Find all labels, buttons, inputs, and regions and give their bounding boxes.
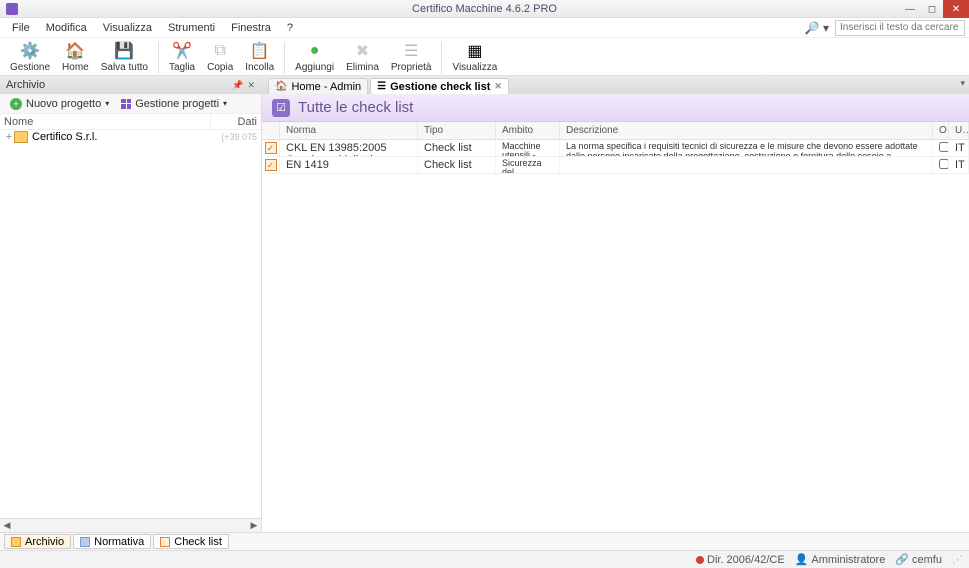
document-tabs: 🏠Home - Admin ☰Gestione check list✕ ▾ <box>262 76 969 94</box>
folder-icon <box>11 537 21 547</box>
tab-close-icon[interactable]: ✕ <box>494 81 502 92</box>
col-tipo[interactable]: Tipo <box>418 122 496 139</box>
search-icon[interactable]: 🔎 ▾ <box>799 21 835 35</box>
doc-icon <box>80 537 90 547</box>
view-icon: ▦ <box>465 41 485 61</box>
main-toolbar: ⚙️Gestione 🏠Home 💾Salva tutto ✂️Taglia ⧉… <box>0 38 969 76</box>
checklist-icon: ☑ <box>272 99 290 117</box>
tab-home[interactable]: 🏠Home - Admin <box>268 78 368 94</box>
save-icon: 💾 <box>114 41 134 61</box>
user-icon: 👤 <box>795 553 809 566</box>
toolbar-gestione[interactable]: ⚙️Gestione <box>4 40 56 74</box>
minimize-button[interactable]: — <box>899 0 921 18</box>
col-norma[interactable]: Norma <box>280 122 418 139</box>
col-o[interactable]: O… <box>933 122 949 139</box>
status-resize-grip[interactable]: ⋰ <box>952 553 963 566</box>
col-descrizione[interactable]: Descrizione <box>560 122 933 139</box>
app-icon <box>6 3 18 15</box>
maximize-button[interactable]: ◻ <box>921 0 943 18</box>
status-directive[interactable]: Dir. 2006/42/CE <box>696 554 785 566</box>
search-input[interactable] <box>835 20 965 36</box>
project-tree[interactable]: + Certifico S.r.l. (+39 075 <box>0 130 261 518</box>
page-header: ☑ Tutte le check list <box>262 94 969 122</box>
toolbar-taglia[interactable]: ✂️Taglia <box>163 40 201 74</box>
table-row[interactable]: ✓ EN 1419 Check list Sicurezza del macch… <box>262 157 969 174</box>
toolbar-copia[interactable]: ⧉Copia <box>201 40 239 74</box>
tabs-dropdown-icon[interactable]: ▾ <box>960 78 965 89</box>
status-bar: Dir. 2006/42/CE 👤Amministratore 🔗cemfu ⋰ <box>0 550 969 568</box>
close-icon[interactable]: ✕ <box>247 80 255 91</box>
folder-icon <box>14 131 28 143</box>
toolbar-elimina[interactable]: ✖Elimina <box>340 40 385 74</box>
toolbar-visualizza[interactable]: ▦Visualizza <box>446 40 503 74</box>
add-icon: ● <box>305 41 325 61</box>
row-o-checkbox[interactable] <box>939 159 949 169</box>
properties-icon: ☰ <box>401 41 421 61</box>
toolbar-home[interactable]: 🏠Home <box>56 40 95 74</box>
list-icon: ☰ <box>377 81 386 92</box>
gear-icon: ⚙️ <box>20 41 40 61</box>
table-row[interactable]: ✓ CKL EN 13985:2005 Cesoie a ghigliottin… <box>262 140 969 157</box>
row-o-checkbox[interactable] <box>939 142 949 152</box>
flag-icon <box>696 556 704 564</box>
checklist-row-icon: ✓ <box>265 142 277 154</box>
home-icon: 🏠 <box>65 41 85 61</box>
cut-icon: ✂️ <box>172 41 192 61</box>
home-icon: 🏠 <box>275 81 287 92</box>
col-ambito[interactable]: Ambito <box>496 122 560 139</box>
tree-row-company[interactable]: + Certifico S.r.l. (+39 075 <box>0 130 261 144</box>
expand-icon[interactable]: + <box>4 131 14 143</box>
close-button[interactable]: ✕ <box>943 0 969 18</box>
pin-icon[interactable]: 📌 <box>232 80 243 91</box>
title-bar: Certifico Macchine 4.6.2 PRO — ◻ ✕ <box>0 0 969 18</box>
nuovo-progetto-button[interactable]: +Nuovo progetto▾ <box>4 97 115 111</box>
grid-body[interactable]: ✓ CKL EN 13985:2005 Cesoie a ghigliottin… <box>262 140 969 532</box>
bottom-tab-normativa[interactable]: Normativa <box>73 534 151 549</box>
grid-header: Norma Tipo Ambito Descrizione O… U… <box>262 122 969 140</box>
toolbar-proprieta[interactable]: ☰Proprietà <box>385 40 438 74</box>
left-panel-title: Archivio 📌✕ <box>0 76 261 94</box>
status-role[interactable]: 👤Amministratore <box>795 553 886 566</box>
bottom-tabs: Archivio Normativa Check list <box>0 532 969 550</box>
menu-help[interactable]: ? <box>279 20 301 36</box>
gestione-progetti-button[interactable]: Gestione progetti▾ <box>115 97 233 111</box>
toolbar-aggiungi[interactable]: ●Aggiungi <box>289 40 340 74</box>
left-panel: Archivio 📌✕ +Nuovo progetto▾ Gestione pr… <box>0 76 262 532</box>
check-icon <box>160 537 170 547</box>
menu-bar: File Modifica Visualizza Strumenti Fines… <box>0 18 969 38</box>
link-icon: 🔗 <box>895 553 909 566</box>
menu-file[interactable]: File <box>4 20 38 36</box>
paste-icon: 📋 <box>250 41 270 61</box>
bottom-tab-archivio[interactable]: Archivio <box>4 534 71 549</box>
menu-finestra[interactable]: Finestra <box>223 20 279 36</box>
menu-visualizza[interactable]: Visualizza <box>95 20 160 36</box>
menu-modifica[interactable]: Modifica <box>38 20 95 36</box>
toolbar-salva-tutto[interactable]: 💾Salva tutto <box>95 40 154 74</box>
menu-strumenti[interactable]: Strumenti <box>160 20 223 36</box>
app-title: Certifico Macchine 4.6.2 PRO <box>412 3 557 15</box>
status-user[interactable]: 🔗cemfu <box>895 553 942 566</box>
bottom-tab-checklist[interactable]: Check list <box>153 534 229 549</box>
delete-icon: ✖ <box>352 41 372 61</box>
toolbar-incolla[interactable]: 📋Incolla <box>239 40 280 74</box>
col-u[interactable]: U… <box>949 122 969 139</box>
tree-header: Nome Dati <box>0 114 261 130</box>
checklist-row-icon: ✓ <box>265 159 277 171</box>
copy-icon: ⧉ <box>210 41 230 61</box>
tab-checklist[interactable]: ☰Gestione check list✕ <box>370 78 509 94</box>
left-scrollbar[interactable]: ◀▶ <box>0 518 261 532</box>
